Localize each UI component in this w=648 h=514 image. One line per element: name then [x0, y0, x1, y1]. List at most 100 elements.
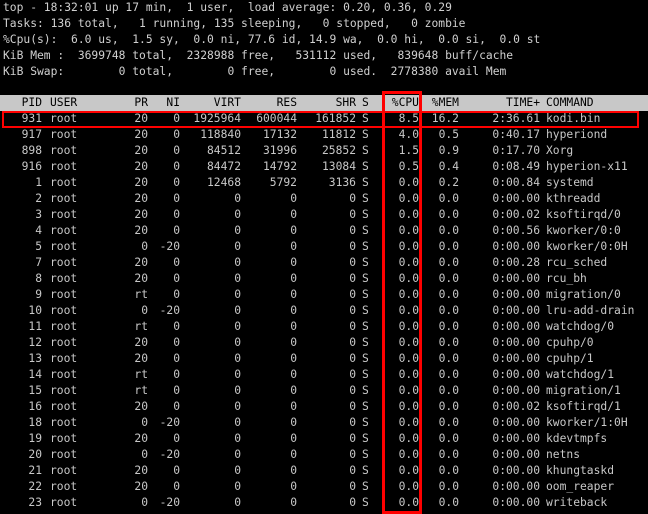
process-pid: 1: [35, 176, 42, 189]
process-res: 31996: [262, 144, 297, 157]
process-command: systemd: [546, 176, 594, 189]
process-ni: 0: [173, 352, 180, 365]
col-pid[interactable]: PID: [0, 95, 42, 111]
process-mem: 0.0: [438, 224, 459, 237]
process-shr: 0: [349, 448, 356, 461]
process-row[interactable]: 4 root 20 0 0 0 0 S 0.0 0.0 0:00.56 kworker/0:0: [0, 223, 648, 239]
process-row[interactable]: 5 root 0 -20 0 0 0 S 0.0 0.0 0:00.00 kworker/0:0H: [0, 239, 648, 255]
process-row[interactable]: 2 root 20 0 0 0 0 S 0.0 0.0 0:00.00 kthreadd: [0, 191, 648, 207]
process-pr: 20: [134, 224, 148, 237]
process-user: root: [50, 208, 78, 221]
process-row[interactable]: 12 root 20 0 0 0 0 S 0.0 0.0 0:00.00 cpuhp/0: [0, 335, 648, 351]
process-row[interactable]: 1 root 20 0 12468 5792 3136 S 0.0 0.2 0:00.84 syste…: [0, 175, 648, 191]
process-command: migration/1: [546, 384, 621, 397]
process-shr: 0: [349, 384, 356, 397]
process-row[interactable]: 20 root 0 -20 0 0 0 S 0.0 0.0 0:00.00 netns: [0, 447, 648, 463]
process-ni: 0: [173, 208, 180, 221]
col-user[interactable]: USER: [50, 95, 77, 111]
process-row[interactable]: 917 root 20 0 118840 17132 11812 S 4.0 0.5 0:40.17…: [0, 127, 648, 143]
process-time: 0:00.02: [492, 208, 540, 221]
col-res[interactable]: RES: [243, 95, 297, 111]
process-row[interactable]: 11 root rt 0 0 0 0 S 0.0 0.0 0:00.00 watchdog/0: [0, 319, 648, 335]
process-command: kdevtmpfs: [546, 432, 608, 445]
process-command: cpuhp/0: [546, 336, 594, 349]
process-res: 0: [290, 448, 297, 461]
process-ni: 0: [173, 432, 180, 445]
process-pid: 8: [35, 272, 42, 285]
process-pr: 20: [134, 352, 148, 365]
process-user: root: [50, 192, 78, 205]
terminal-window[interactable]: top - 18:32:01 up 17 min, 1 user, load a…: [0, 0, 648, 514]
process-shr: 0: [349, 272, 356, 285]
process-virt: 0: [234, 496, 241, 509]
process-row[interactable]: 7 root 20 0 0 0 0 S 0.0 0.0 0:00.28 rcu_sched: [0, 255, 648, 271]
process-row[interactable]: 916 root 20 0 84472 14792 13084 S 0.5 0.4 0:08.49 h…: [0, 159, 648, 175]
process-row[interactable]: 10 root 0 -20 0 0 0 S 0.0 0.0 0:00.00 lru-add-drain: [0, 303, 648, 319]
col-time[interactable]: TIME+: [470, 95, 540, 111]
process-command: watchdog/0: [546, 320, 615, 333]
process-res: 0: [290, 432, 297, 445]
col-ni[interactable]: NI: [150, 95, 180, 111]
process-time: 0:00.00: [492, 240, 540, 253]
process-pr: 20: [134, 256, 148, 269]
process-row[interactable]: 9 root rt 0 0 0 0 S 0.0 0.0 0:00.00 migration/0: [0, 287, 648, 303]
process-s: S: [362, 224, 369, 237]
process-row[interactable]: 21 root 20 0 0 0 0 S 0.0 0.0 0:00.00 khungtaskd: [0, 463, 648, 479]
process-shr: 0: [349, 208, 356, 221]
process-ni: -20: [159, 416, 180, 429]
process-ni: 0: [173, 256, 180, 269]
process-pid: 21: [28, 464, 42, 477]
process-res: 0: [290, 304, 297, 317]
process-mem: 0.0: [438, 352, 459, 365]
process-mem: 0.0: [438, 368, 459, 381]
col-mem[interactable]: %MEM: [424, 95, 459, 111]
process-row[interactable]: 3 root 20 0 0 0 0 S 0.0 0.0 0:00.02 ksoftirqd/0: [0, 207, 648, 223]
process-virt: 0: [234, 320, 241, 333]
process-user: root: [50, 448, 78, 461]
process-res: 0: [290, 400, 297, 413]
process-mem: 0.0: [438, 416, 459, 429]
process-row[interactable]: 22 root 20 0 0 0 0 S 0.0 0.0 0:00.00 oom_reaper: [0, 479, 648, 495]
col-pr[interactable]: PR: [120, 95, 148, 111]
col-command[interactable]: COMMAND: [546, 95, 594, 111]
process-command: rcu_sched: [546, 256, 608, 269]
process-res: 0: [290, 416, 297, 429]
process-row[interactable]: 13 root 20 0 0 0 0 S 0.0 0.0 0:00.00 cpuhp/1: [0, 351, 648, 367]
col-virt[interactable]: VIRT: [183, 95, 241, 111]
process-row[interactable]: 19 root 20 0 0 0 0 S 0.0 0.0 0:00.00 kdevtmpfs: [0, 431, 648, 447]
process-row[interactable]: 14 root rt 0 0 0 0 S 0.0 0.0 0:00.00 watchdog/1: [0, 367, 648, 383]
highlight-box-kodi-row: [2, 111, 639, 128]
process-command: cpuhp/1: [546, 352, 594, 365]
process-virt: 0: [234, 288, 241, 301]
process-mem: 0.0: [438, 448, 459, 461]
process-row[interactable]: 16 root 20 0 0 0 0 S 0.0 0.0 0:00.02 ksoftirqd/1: [0, 399, 648, 415]
process-command: hyperiond: [546, 128, 608, 141]
process-res: 0: [290, 352, 297, 365]
process-mem: 0.0: [438, 336, 459, 349]
process-row[interactable]: 8 root 20 0 0 0 0 S 0.0 0.0 0:00.00 rcu_bh: [0, 271, 648, 287]
process-shr: 0: [349, 288, 356, 301]
col-shr[interactable]: SHR: [298, 95, 356, 111]
cpu-line: %Cpu(s): 6.0 us, 1.5 sy, 0.0 ni, 77.6 id…: [3, 33, 541, 46]
process-s: S: [362, 208, 369, 221]
process-row[interactable]: 23 root 0 -20 0 0 0 S 0.0 0.0 0:00.00 writeback: [0, 495, 648, 511]
process-row[interactable]: 15 root rt 0 0 0 0 S 0.0 0.0 0:00.00 migration/1: [0, 383, 648, 399]
process-s: S: [362, 256, 369, 269]
process-time: 0:00.00: [492, 384, 540, 397]
process-row[interactable]: 18 root 0 -20 0 0 0 S 0.0 0.0 0:00.00 kworker/1:0H: [0, 415, 648, 431]
process-mem: 0.0: [438, 384, 459, 397]
process-res: 0: [290, 256, 297, 269]
col-state[interactable]: S: [362, 95, 369, 111]
process-row[interactable]: 898 root 20 0 84512 31996 25852 S 1.5 0.9 0:17.70 X…: [0, 143, 648, 159]
process-user: root: [50, 496, 78, 509]
process-virt: 0: [234, 240, 241, 253]
process-command: netns: [546, 448, 581, 461]
process-pid: 917: [21, 128, 42, 141]
process-res: 0: [290, 288, 297, 301]
process-virt: 0: [234, 368, 241, 381]
process-time: 0:00.00: [492, 496, 540, 509]
process-res: 0: [290, 464, 297, 477]
process-s: S: [362, 272, 369, 285]
process-res: 0: [290, 480, 297, 493]
process-time: 0:00.00: [492, 336, 540, 349]
